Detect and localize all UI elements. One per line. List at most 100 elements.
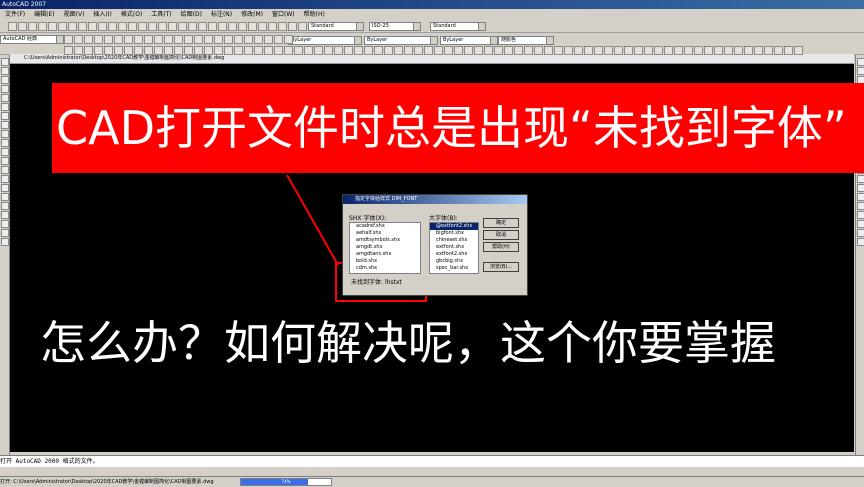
toolbar-button[interactable] — [64, 46, 73, 55]
toolbar-button[interactable] — [464, 46, 473, 55]
toolbar-button[interactable] — [128, 22, 137, 31]
toolbar-button[interactable] — [454, 46, 463, 55]
toolbar-button[interactable] — [224, 35, 233, 44]
toolbar-button[interactable] — [244, 46, 253, 55]
toolbar-button[interactable] — [414, 46, 423, 55]
toolbar-button[interactable] — [78, 22, 87, 31]
toolbar-button[interactable] — [674, 46, 683, 55]
toolbar-button[interactable] — [354, 46, 363, 55]
toolbar-button[interactable] — [168, 22, 177, 31]
toolbar-button[interactable] — [734, 46, 743, 55]
toolbar-button[interactable] — [108, 22, 117, 31]
toolbar-button[interactable] — [268, 22, 277, 31]
toolbar-button[interactable] — [614, 46, 623, 55]
toolbar-button[interactable] — [704, 46, 713, 55]
toolbar-button[interactable] — [724, 46, 733, 55]
toolbar-button[interactable] — [364, 46, 373, 55]
toolbar-button[interactable] — [754, 46, 763, 55]
toolbar-button[interactable] — [714, 46, 723, 55]
toolbar-button[interactable] — [68, 22, 77, 31]
toolbar-button[interactable] — [574, 46, 583, 55]
toolbar-button[interactable] — [64, 35, 73, 44]
toolbar-button[interactable] — [434, 46, 443, 55]
toolbar-button[interactable] — [114, 46, 123, 55]
toolbar-button[interactable] — [594, 46, 603, 55]
toolbar-button[interactable] — [544, 46, 553, 55]
toolbar-button[interactable] — [494, 46, 503, 55]
toolbar-button[interactable] — [214, 35, 223, 44]
toolbar-button[interactable] — [584, 46, 593, 55]
toolbar-button[interactable] — [104, 46, 113, 55]
shx-font-list[interactable]: acadref.shx aehalf.shx amdtsymbols.shx amgd… — [349, 222, 421, 274]
toolbar-button[interactable] — [118, 22, 127, 31]
font-list-item[interactable]: spec_bar.shx — [430, 265, 478, 272]
toolbar-button[interactable] — [184, 46, 193, 55]
toolbar-button[interactable] — [644, 46, 653, 55]
toolbar-button[interactable] — [474, 46, 483, 55]
toolbar-button[interactable] — [74, 35, 83, 44]
toolbar-button[interactable] — [404, 46, 413, 55]
cancel-button[interactable]: 取消 — [483, 230, 519, 240]
toolbar-button[interactable] — [154, 46, 163, 55]
toolbar-button[interactable] — [38, 22, 47, 31]
toolbar-button[interactable] — [314, 46, 323, 55]
font-list-item[interactable]: aehalf.shx — [350, 230, 420, 237]
toolbar-button[interactable] — [124, 46, 133, 55]
toolbar-button[interactable] — [144, 46, 153, 55]
font-list-item[interactable]: acadref.shx — [350, 223, 420, 230]
toolbar-button[interactable] — [194, 46, 203, 55]
big-font-list[interactable]: @extfont2.shx bigfont.shx chineset.shx extf… — [429, 222, 479, 274]
toolbar-button[interactable] — [274, 46, 283, 55]
toolbar-button[interactable] — [384, 46, 393, 55]
toolbar-button[interactable] — [504, 46, 513, 55]
toolbar-button[interactable] — [284, 35, 293, 44]
toolbar-button[interactable] — [88, 22, 97, 31]
toolbar-button[interactable] — [258, 22, 267, 31]
toolbar-button[interactable] — [84, 35, 93, 44]
toolbar-button[interactable] — [208, 22, 217, 31]
toolbar-button[interactable] — [554, 46, 563, 55]
toolbar-button[interactable] — [284, 46, 293, 55]
toolbar-button[interactable] — [784, 46, 793, 55]
ok-button[interactable]: 确定 — [483, 218, 519, 228]
toolbar-button[interactable] — [394, 46, 403, 55]
font-list-item[interactable]: bigfont.shx — [430, 230, 478, 237]
toolbar-button[interactable] — [764, 46, 773, 55]
toolbar-button[interactable] — [444, 46, 453, 55]
toolbar-button[interactable] — [18, 22, 27, 31]
toolbar-button[interactable] — [274, 35, 283, 44]
toolbar-button[interactable] — [98, 22, 107, 31]
toolbar-button[interactable] — [334, 46, 343, 55]
toolbar-button[interactable] — [8, 22, 17, 31]
toolbar-button[interactable] — [158, 22, 167, 31]
toolbar-button[interactable] — [264, 46, 273, 55]
toolbar-button[interactable] — [148, 22, 157, 31]
toolbar-button[interactable] — [104, 35, 113, 44]
toolbar-button[interactable] — [124, 35, 133, 44]
toolbar-button[interactable] — [654, 46, 663, 55]
font-list-item[interactable]: cdm.shx — [350, 265, 420, 272]
font-list-item[interactable]: amgdt.shx — [350, 244, 420, 251]
toolbar-button[interactable] — [304, 46, 313, 55]
toolbar-button[interactable] — [244, 35, 253, 44]
toolbar-button[interactable] — [524, 46, 533, 55]
toolbar-button[interactable] — [288, 22, 297, 31]
command-line[interactable]: 打开 AutoCAD 2000 格式的文件。 — [0, 455, 864, 467]
toolbar-button[interactable] — [374, 46, 383, 55]
toolbar-button[interactable] — [194, 35, 203, 44]
toolbar-button[interactable] — [218, 22, 227, 31]
toolbar-button[interactable] — [58, 22, 67, 31]
toolbar-button[interactable] — [484, 46, 493, 55]
toolbar-button[interactable] — [264, 35, 273, 44]
toolbar-button[interactable] — [234, 35, 243, 44]
toolbar-button[interactable] — [424, 46, 433, 55]
toolbar-button[interactable] — [684, 46, 693, 55]
toolbar-button[interactable] — [214, 46, 223, 55]
toolbar-button[interactable] — [48, 22, 57, 31]
toolbar-button[interactable] — [254, 46, 263, 55]
font-list-item[interactable]: extfont.shx — [430, 244, 478, 251]
font-list-item[interactable]: gbcbig.shx — [430, 258, 478, 265]
toolbar-button[interactable] — [94, 46, 103, 55]
font-list-item[interactable]: bold.shx — [350, 258, 420, 265]
toolbar-button[interactable] — [254, 35, 263, 44]
